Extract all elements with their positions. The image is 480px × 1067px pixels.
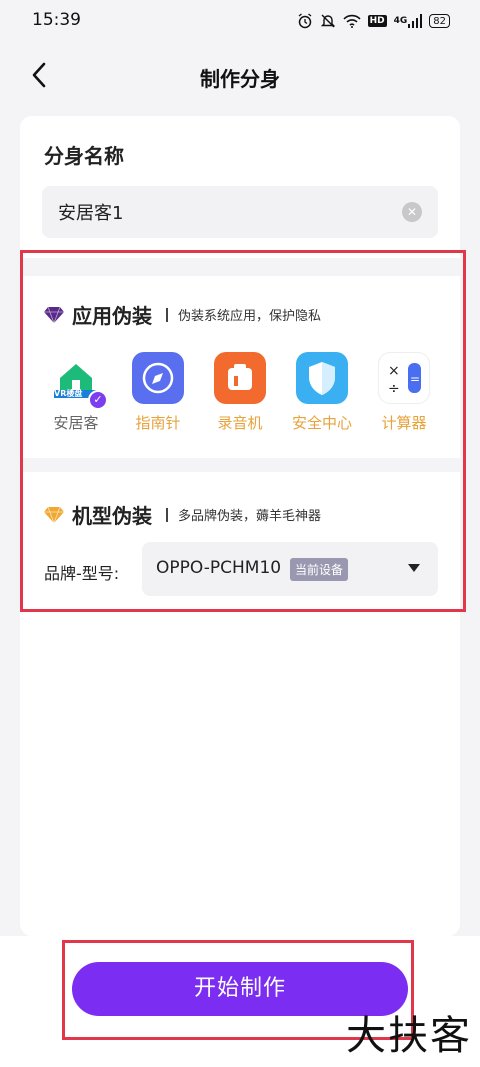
calculator-icon: × ÷ = <box>378 352 430 404</box>
gold-diamond-icon <box>44 506 64 523</box>
clone-name-label: 分身名称 <box>44 144 124 168</box>
model-select[interactable]: OPPO-PCHM10 当前设备 <box>142 542 438 596</box>
app-label: 录音机 <box>217 414 263 432</box>
model-disguise-desc: 多品牌伪装，薅羊毛神器 <box>178 509 322 524</box>
watermark: 大扶客 <box>346 1013 472 1059</box>
app-label: 安居客 <box>53 414 99 432</box>
app-option-security[interactable]: 安全中心 <box>284 352 360 433</box>
clone-name-input[interactable] <box>58 186 388 238</box>
model-disguise-title: 机型伪装 <box>72 504 152 528</box>
svg-text:×: × <box>388 363 400 379</box>
shield-icon <box>296 352 348 404</box>
wifi-icon <box>343 14 361 28</box>
app-option-anjuke[interactable]: VR楼盘 ✓ 安居客 <box>38 352 114 433</box>
model-value: OPPO-PCHM10 <box>156 558 282 578</box>
svg-text:=: = <box>410 372 420 386</box>
current-device-tag: 当前设备 <box>290 558 349 581</box>
app-label: 安全中心 <box>291 414 352 432</box>
app-list: VR楼盘 ✓ 安居客 指南针 录音机 安全中心 × ÷ = 计算器 <box>48 352 440 436</box>
svg-text:÷: ÷ <box>388 381 400 397</box>
hd-badge: HD <box>367 15 387 27</box>
clear-icon[interactable]: ✕ <box>402 202 422 222</box>
page-title: 制作分身 <box>200 67 280 91</box>
status-time: 15:39 <box>32 10 81 30</box>
app-label: 指南针 <box>135 414 181 432</box>
nav-bar: 制作分身 <box>0 44 480 106</box>
signal-icon: 4G <box>394 14 423 28</box>
recorder-icon <box>214 352 266 404</box>
house-icon: VR楼盘 ✓ <box>50 352 108 410</box>
clone-name-field[interactable]: ✕ <box>42 186 438 238</box>
diamond-icon <box>44 306 64 323</box>
divider <box>20 458 460 472</box>
divider <box>20 258 460 276</box>
app-option-compass[interactable]: 指南针 <box>120 352 196 433</box>
model-row: 品牌-型号: <box>44 560 142 584</box>
status-icons: HD 4G 82 <box>297 10 450 32</box>
compass-icon <box>132 352 184 404</box>
app-option-recorder[interactable]: 录音机 <box>202 352 278 433</box>
mute-icon <box>320 13 336 29</box>
app-disguise-desc: 伪装系统应用，保护隐私 <box>178 309 322 324</box>
model-label: 品牌-型号: <box>44 564 120 583</box>
app-disguise-title: 应用伪装 <box>72 304 152 328</box>
battery-icon: 82 <box>429 14 450 28</box>
separator <box>166 307 168 322</box>
app-option-calculator[interactable]: × ÷ = 计算器 <box>366 352 442 433</box>
app-label: 计算器 <box>381 414 427 432</box>
check-icon: ✓ <box>88 390 108 410</box>
alarm-icon <box>297 13 313 29</box>
model-disguise-header: 机型伪装 多品牌伪装，薅羊毛神器 <box>44 500 321 529</box>
status-bar: 15:39 HD 4G 82 <box>0 0 480 44</box>
app-disguise-header: 应用伪装 伪装系统应用，保护隐私 <box>44 300 321 329</box>
separator <box>166 507 168 522</box>
caret-down-icon <box>408 564 420 572</box>
